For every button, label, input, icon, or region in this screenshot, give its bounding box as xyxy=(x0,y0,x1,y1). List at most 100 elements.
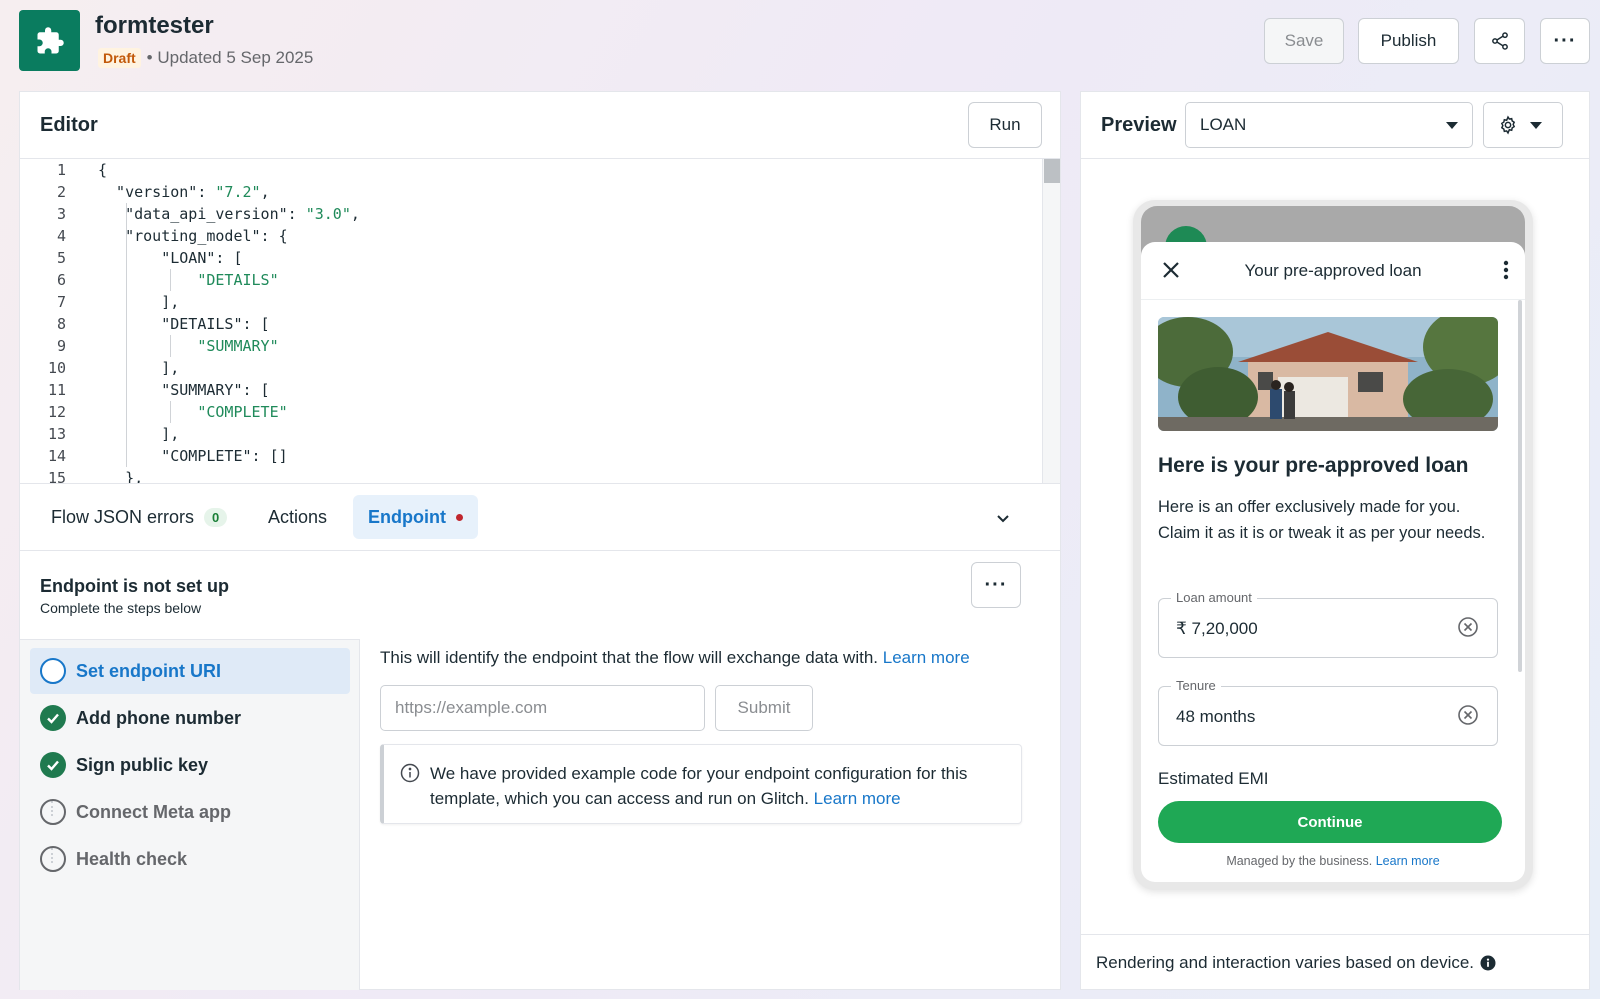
field-label: Tenure xyxy=(1171,678,1221,693)
tab-label: Actions xyxy=(268,506,328,527)
info-learn-more-link[interactable]: Learn more xyxy=(814,789,901,808)
endpoint-more-button[interactable]: ··· xyxy=(971,562,1021,608)
clear-circle-icon[interactable] xyxy=(1457,616,1479,638)
field-value: 48 months xyxy=(1176,707,1256,726)
managed-text: Managed by the business. xyxy=(1226,854,1373,868)
managed-learn-more-link[interactable]: Learn more xyxy=(1376,854,1440,868)
code-scrollbar[interactable] xyxy=(1042,159,1060,483)
code-line: 6 "DETAILS" xyxy=(20,269,1042,291)
share-icon xyxy=(1491,32,1508,50)
code-line: 1{ xyxy=(20,159,1042,181)
screen-select[interactable]: LOAN xyxy=(1185,102,1473,148)
editor-title: Editor xyxy=(40,114,98,136)
code-line: 8 "DETAILS": [ xyxy=(20,313,1042,335)
line-number: 5 xyxy=(56,249,66,267)
step-health-check[interactable]: Health check xyxy=(30,836,350,882)
line-number: 7 xyxy=(56,293,66,311)
continue-button[interactable]: Continue xyxy=(1158,801,1502,843)
code-line: 13 ], xyxy=(20,423,1042,445)
more-button[interactable]: ··· xyxy=(1540,18,1590,64)
preview-footer-text: Rendering and interaction varies based o… xyxy=(1096,952,1475,972)
line-number: 14 xyxy=(47,447,66,465)
step-label: Sign public key xyxy=(76,754,209,775)
code-text: "COMPLETE": [] xyxy=(98,447,288,465)
app-title: formtester xyxy=(95,12,214,39)
code-text: }, xyxy=(98,469,144,484)
kebab-menu-icon[interactable] xyxy=(1503,260,1509,280)
endpoint-uri-input[interactable] xyxy=(380,685,705,731)
info-icon xyxy=(400,763,420,783)
code-text: "LOAN": [ xyxy=(98,249,243,267)
sheet-body: Here is an offer exclusively made for yo… xyxy=(1158,498,1486,542)
sheet-heading: Here is your pre-approved loan xyxy=(1158,454,1469,477)
code-text: "SUMMARY" xyxy=(197,337,279,355)
endpoint-title: Endpoint is not set up xyxy=(40,576,229,596)
save-button[interactable]: Save xyxy=(1264,18,1344,64)
updated-text: • Updated 5 Sep 2025 xyxy=(146,48,314,67)
tenure-field[interactable]: Tenure 48 months xyxy=(1158,678,1498,746)
code-text: ], xyxy=(98,293,180,311)
endpoint-alert-dot xyxy=(455,513,463,521)
tab-endpoint[interactable]: Endpoint xyxy=(353,495,478,539)
more-icon: ··· xyxy=(984,573,1008,596)
puzzle-icon xyxy=(37,26,64,53)
status-badge: Draft xyxy=(98,48,141,68)
line-number: 12 xyxy=(47,403,66,421)
code-text: "DETAILS" xyxy=(197,271,279,289)
code-scrollbar-thumb[interactable] xyxy=(1044,159,1060,183)
line-number: 3 xyxy=(56,205,66,223)
code-line: 11 "SUMMARY": [ xyxy=(20,379,1042,401)
code-text: { xyxy=(98,161,108,179)
info-filled-icon[interactable] xyxy=(1480,955,1496,971)
code-line: 10 ], xyxy=(20,357,1042,379)
preview-settings-button[interactable] xyxy=(1483,102,1563,148)
screen-select-value: LOAN xyxy=(1200,115,1247,134)
field-label: Loan amount xyxy=(1171,590,1257,605)
tab-actions[interactable]: Actions xyxy=(253,495,342,539)
code-line: 14 "COMPLETE": [] xyxy=(20,445,1042,467)
line-number: 15 xyxy=(47,469,66,484)
code-editor[interactable]: 1{2 "version": "7.2", 3 "data_api_version… xyxy=(20,158,1060,484)
code-text: "version": "7.2", xyxy=(98,183,270,201)
code-line: 9 "SUMMARY" xyxy=(20,335,1042,357)
step-sign-public-key[interactable]: Sign public key xyxy=(30,742,350,788)
app-icon xyxy=(19,10,80,71)
flow-sheet: Your pre-approved loan Here is your pre-… xyxy=(1141,242,1525,882)
step-pending-icon xyxy=(40,799,66,825)
code-line: 3 "data_api_version": "3.0", xyxy=(20,203,1042,225)
gear-icon xyxy=(1500,115,1516,135)
collapse-panel-button[interactable] xyxy=(988,503,1018,533)
code-line: 5 "LOAN": [ xyxy=(20,247,1042,269)
preview-panel: Preview LOAN Your pre-approved loan Here… xyxy=(1080,91,1590,990)
divider xyxy=(1081,158,1589,159)
line-number: 1 xyxy=(56,161,66,179)
sheet-title: Your pre-approved loan xyxy=(1244,261,1422,280)
tab-label: Flow JSON errors xyxy=(51,506,195,527)
submit-button[interactable]: Submit xyxy=(715,685,813,731)
code-text: "SUMMARY": [ xyxy=(98,381,270,399)
step-pending-icon xyxy=(40,846,66,872)
preview-title: Preview xyxy=(1101,114,1177,136)
chevron-down-icon xyxy=(997,515,1009,523)
share-button[interactable] xyxy=(1474,18,1525,64)
steps-list: Set endpoint URI Add phone number Sign p… xyxy=(20,639,360,990)
learn-more-link[interactable]: Learn more xyxy=(883,648,970,667)
step-set-endpoint-uri[interactable]: Set endpoint URI xyxy=(30,648,350,694)
step-connect-meta-app[interactable]: Connect Meta app xyxy=(30,789,350,835)
clear-circle-icon[interactable] xyxy=(1457,704,1479,726)
code-line: 4 "routing_model": { xyxy=(20,225,1042,247)
sheet-scrollbar[interactable] xyxy=(1518,300,1522,672)
publish-button[interactable]: Publish xyxy=(1358,18,1459,64)
code-line: 2 "version": "7.2", xyxy=(20,181,1042,203)
step-add-phone-number[interactable]: Add phone number xyxy=(30,695,350,741)
endpoint-subtitle: Complete the steps below xyxy=(40,600,202,616)
line-number: 10 xyxy=(47,359,66,377)
step-label: Connect Meta app xyxy=(76,801,232,822)
preview-footer: Rendering and interaction varies based o… xyxy=(1081,934,1589,990)
loan-amount-field[interactable]: Loan amount ₹ 7,20,000 xyxy=(1158,590,1498,658)
line-number: 4 xyxy=(56,227,66,245)
run-button[interactable]: Run xyxy=(968,102,1042,148)
code-text: "DETAILS": [ xyxy=(98,315,270,333)
tab-flow-json-errors[interactable]: Flow JSON errors 0 xyxy=(36,495,242,539)
estimated-emi-label: Estimated EMI xyxy=(1158,769,1269,788)
